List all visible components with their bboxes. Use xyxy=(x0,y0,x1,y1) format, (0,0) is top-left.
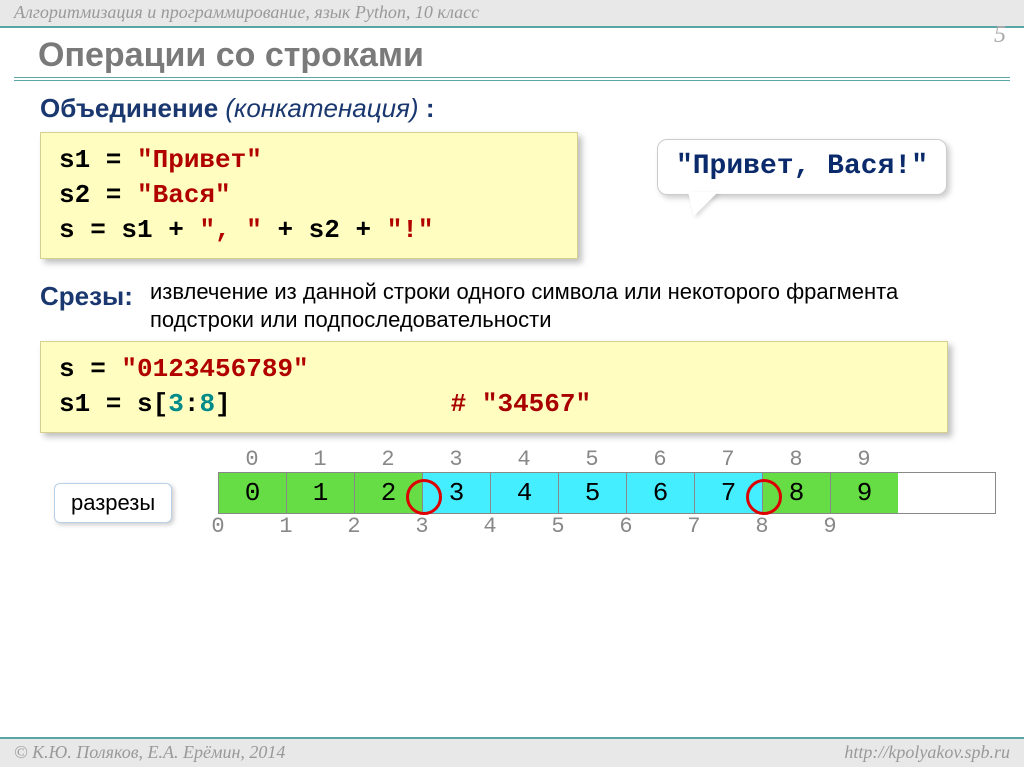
footer-right: http://kpolyakov.spb.ru xyxy=(844,739,1010,767)
slide-header: Алгоритмизация и программирование, язык … xyxy=(0,0,1024,28)
code-concat: s1 = "Привет" s2 = "Вася" s = s1 + ", " … xyxy=(40,132,578,259)
slide-footer: © К.Ю. Поляков, Е.А. Ерёмин, 2014 http:/… xyxy=(0,737,1024,767)
slice-diagram: 0123456789 0 1 2 3 4 5 6 7 8 9 012345678… xyxy=(40,447,996,539)
slices-description: извлечение из данной строки одного симво… xyxy=(150,278,996,333)
code-slices: s = "0123456789" s1 = s[3:8]# "34567" xyxy=(40,341,948,433)
footer-left: © К.Ю. Поляков, Е.А. Ерёмин, 2014 xyxy=(14,739,285,767)
page-number: 5 xyxy=(994,22,1006,49)
section-slices-heading: Срезы: xyxy=(40,281,133,312)
cell-row: 0 1 2 3 4 5 6 7 8 9 xyxy=(218,472,996,514)
callout-result: "Привет, Вася!" xyxy=(657,139,947,195)
cut-label: разрезы xyxy=(54,483,172,523)
section-concat-heading: Объединение (конкатенация) : xyxy=(40,93,996,124)
slide-title: Операции со строками xyxy=(38,36,1010,75)
index-row-top: 0123456789 xyxy=(218,447,996,472)
index-row-bottom: 0123456789 xyxy=(184,514,996,539)
